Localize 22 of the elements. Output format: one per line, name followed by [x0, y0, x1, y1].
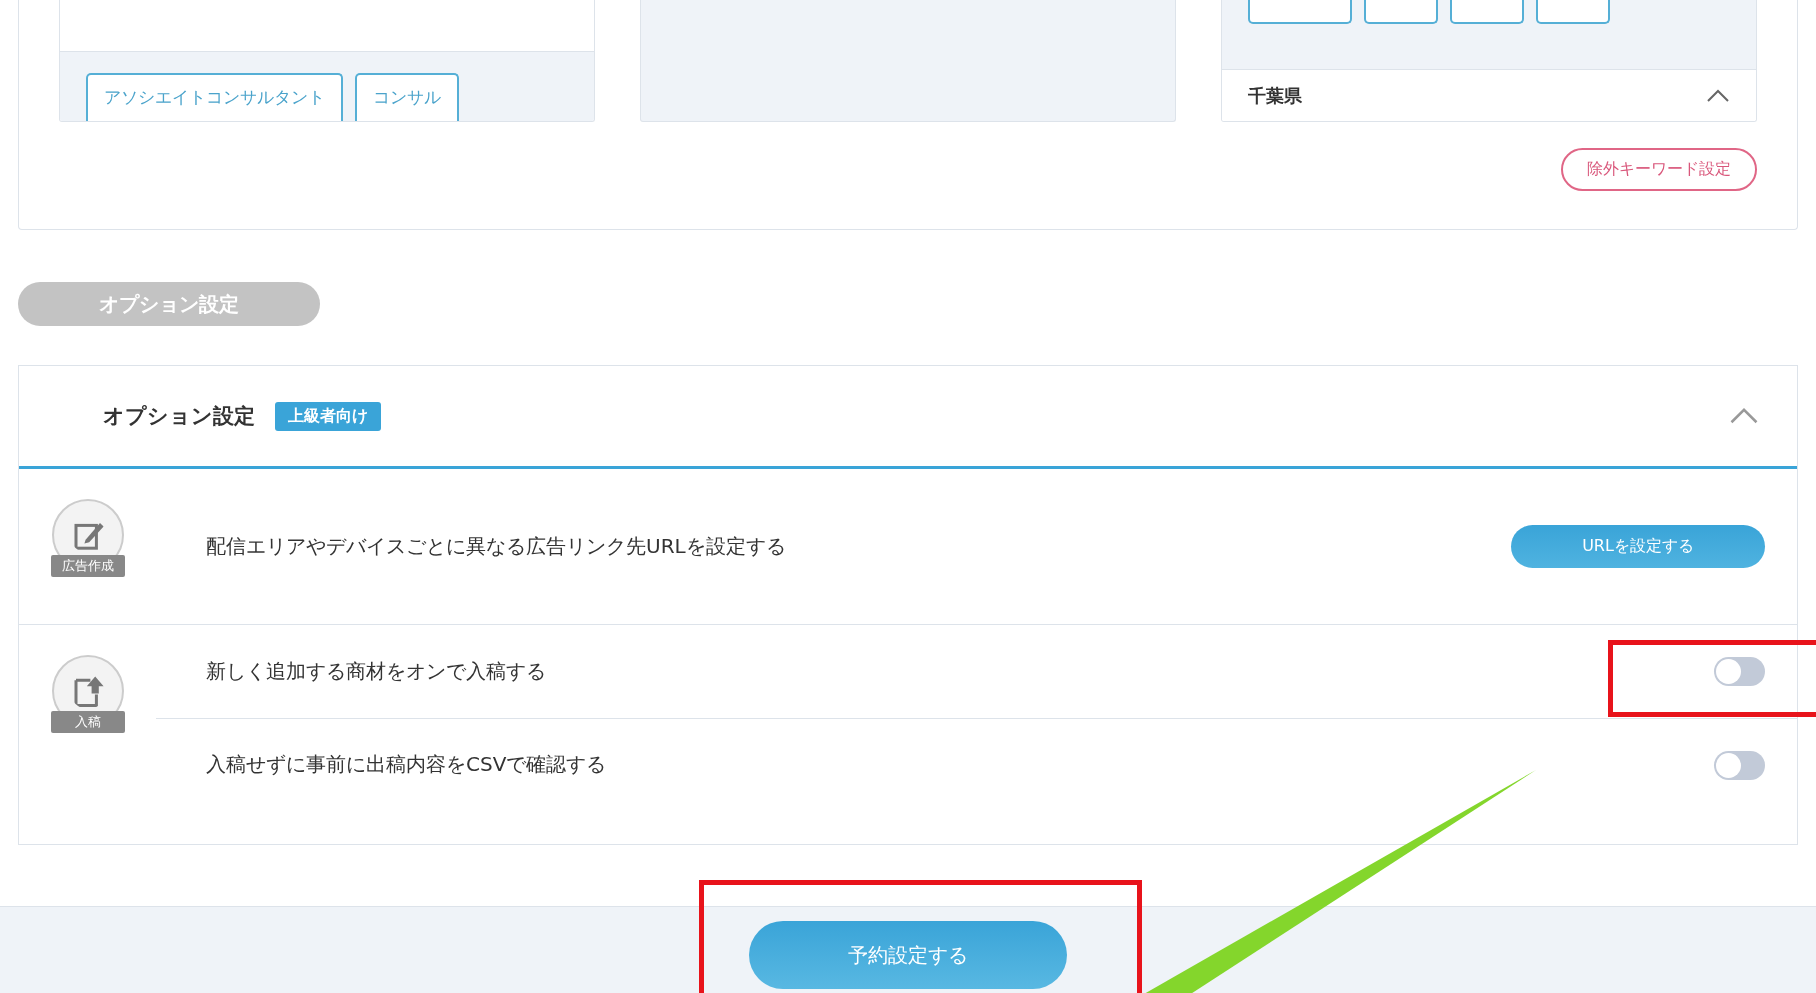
reserve-button[interactable]: 予約設定する [749, 921, 1067, 989]
cut-off-tag[interactable] [1536, 0, 1610, 24]
set-url-button[interactable]: URLを設定する [1511, 525, 1765, 568]
option-text: 配信エリアやデバイスごとに異なる広告リンク先URLを設定する [206, 533, 786, 560]
section-label: オプション設定 [18, 282, 320, 326]
region-name: 千葉県 [1248, 83, 1302, 108]
options-title: オプション設定 [103, 403, 255, 430]
toggle-switch[interactable] [1714, 751, 1765, 780]
category-label: 入稿 [50, 711, 125, 733]
cut-off-tag[interactable] [1364, 0, 1438, 24]
cut-off-tag[interactable] [1248, 0, 1352, 24]
chevron-icon[interactable] [1706, 88, 1730, 103]
chevron-icon[interactable] [1729, 407, 1759, 425]
job-tag[interactable]: アソシエイトコンサルタント [86, 73, 343, 121]
exclude-keyword-button[interactable]: 除外キーワード設定 [1561, 148, 1757, 191]
cut-off-tag[interactable] [1450, 0, 1524, 24]
advanced-badge: 上級者向け [275, 401, 381, 431]
toggle-switch[interactable] [1714, 657, 1765, 686]
category-label: 広告作成 [50, 555, 125, 577]
job-tag[interactable]: コンサル [355, 73, 459, 121]
option-text: 新しく追加する商材をオンで入稿する [206, 658, 546, 685]
option-text: 入稿せずに事前に出稿内容をCSVで確認する [206, 751, 607, 778]
